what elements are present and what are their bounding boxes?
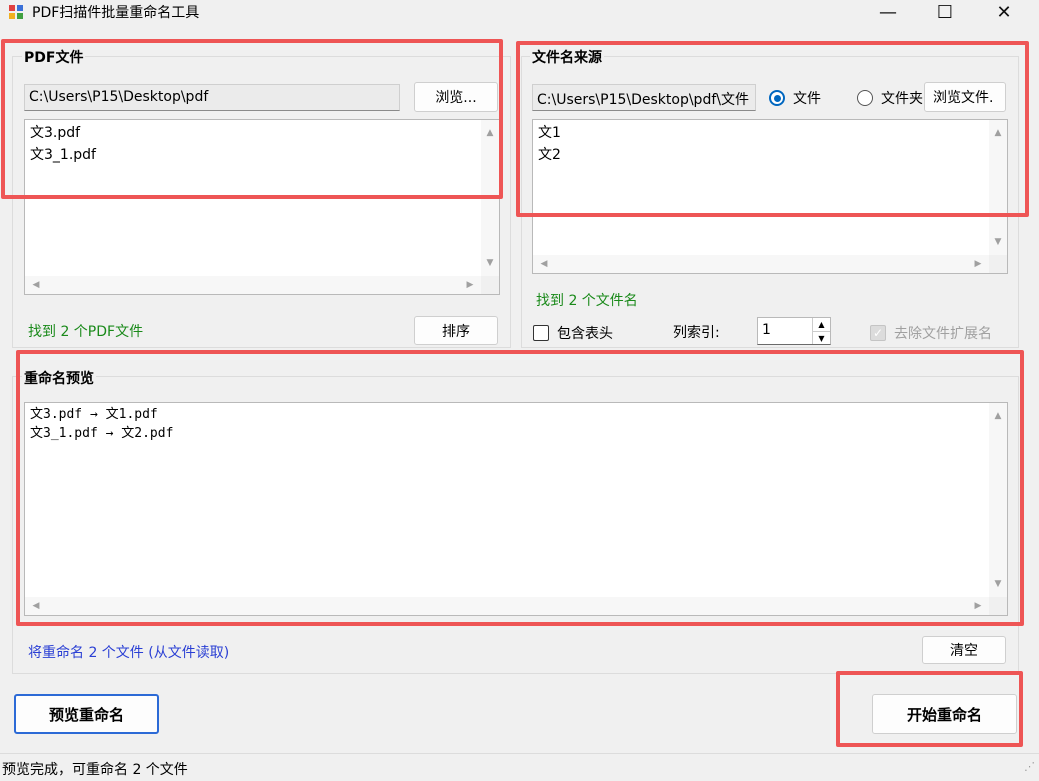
scroll-right-icon[interactable]: ▶ (969, 597, 987, 615)
column-index-stepper[interactable]: 1 ▲ ▼ (757, 317, 831, 345)
scroll-left-icon[interactable]: ◀ (27, 597, 45, 615)
resize-grip-icon[interactable]: ⋰ (1024, 760, 1035, 773)
scroll-up-icon[interactable]: ▲ (481, 124, 499, 142)
list-item[interactable]: 文2 (533, 144, 1007, 166)
radio-file-option[interactable]: 文件 (769, 88, 821, 108)
scroll-down-icon[interactable]: ▼ (989, 575, 1007, 593)
pdf-count-status: 找到 2 个PDF文件 (28, 324, 144, 340)
radio-folder-option[interactable]: 文件夹 (857, 88, 923, 108)
scroll-up-icon[interactable]: ▲ (989, 407, 1007, 425)
name-source-path-field[interactable]: C:\Users\P15\Desktop\pdf\文件 (532, 84, 756, 111)
horizontal-scrollbar[interactable]: ◀ ▶ (25, 597, 989, 615)
close-icon: ✕ (996, 1, 1012, 23)
horizontal-scrollbar[interactable]: ◀ ▶ (25, 276, 481, 294)
sort-button[interactable]: 排序 (414, 316, 498, 345)
scroll-corner (989, 597, 1007, 615)
name-count-status: 找到 2 个文件名 (536, 293, 638, 309)
list-item[interactable]: 文1 (533, 122, 1007, 144)
clear-button[interactable]: 清空 (922, 636, 1006, 664)
column-index-label: 列索引: (673, 325, 720, 341)
scroll-left-icon[interactable]: ◀ (27, 276, 45, 294)
minimize-icon: — (879, 1, 897, 23)
preview-group-title: 重命名预览 (22, 368, 96, 388)
browse-names-button[interactable]: 浏览文件. (924, 82, 1006, 112)
scroll-right-icon[interactable]: ▶ (969, 255, 987, 273)
list-item[interactable]: 文3_1.pdf (25, 144, 499, 166)
include-header-label: 包含表头 (557, 326, 613, 342)
scroll-down-icon[interactable]: ▼ (989, 233, 1007, 251)
preview-line: 文3.pdf → 文1.pdf (30, 407, 158, 422)
start-rename-button[interactable]: 开始重命名 (872, 694, 1017, 734)
stepper-down-icon[interactable]: ▼ (812, 331, 830, 344)
preview-textbox[interactable]: 文3.pdf → 文1.pdf 文3_1.pdf → 文2.pdf ▲ ▼ ◀ … (24, 402, 1008, 616)
vertical-scrollbar[interactable]: ▲ ▼ (481, 120, 499, 276)
radio-button[interactable] (857, 90, 873, 106)
scroll-left-icon[interactable]: ◀ (535, 255, 553, 273)
name-list[interactable]: 文1 文2 ▲ ▼ ◀ ▶ (532, 119, 1008, 274)
radio-button-selected[interactable] (769, 90, 785, 106)
name-source-group-title: 文件名来源 (530, 47, 604, 67)
vertical-scrollbar[interactable]: ▲ ▼ (989, 403, 1007, 597)
maximize-icon: ☐ (936, 1, 954, 23)
minimize-button[interactable]: — (863, 0, 913, 24)
remove-extension-option[interactable]: ✓ 去除文件扩展名 (870, 323, 992, 343)
status-bar: 预览完成，可重命名 2 个文件 ⋰ (0, 753, 1039, 781)
remove-extension-checkbox[interactable]: ✓ (870, 325, 886, 341)
list-item[interactable]: 文3.pdf (25, 122, 499, 144)
scroll-right-icon[interactable]: ▶ (461, 276, 479, 294)
scroll-corner (989, 255, 1007, 273)
maximize-button[interactable]: ☐ (920, 0, 970, 24)
preview-line: 文3_1.pdf → 文2.pdf (30, 426, 174, 441)
column-index-value[interactable]: 1 (762, 322, 771, 338)
scroll-down-icon[interactable]: ▼ (481, 254, 499, 272)
scroll-up-icon[interactable]: ▲ (989, 124, 1007, 142)
rename-summary: 将重命名 2 个文件 (从文件读取) (28, 645, 230, 661)
pdf-folder-path-field[interactable]: C:\Users\P15\Desktop\pdf (24, 84, 400, 111)
scroll-corner (481, 276, 499, 294)
pdf-file-list[interactable]: 文3.pdf 文3_1.pdf ▲ ▼ ◀ ▶ (24, 119, 500, 295)
browse-pdf-button[interactable]: 浏览... (414, 82, 498, 112)
app-icon (8, 4, 24, 20)
remove-extension-label: 去除文件扩展名 (894, 326, 992, 342)
horizontal-scrollbar[interactable]: ◀ ▶ (533, 255, 989, 273)
pdf-group-title: PDF文件 (22, 47, 86, 67)
close-button[interactable]: ✕ (979, 0, 1029, 24)
radio-folder-label: 文件夹 (881, 91, 923, 107)
preview-rename-button[interactable]: 预览重命名 (14, 694, 159, 734)
include-header-option[interactable]: 包含表头 (533, 323, 613, 343)
status-text: 预览完成，可重命名 2 个文件 (2, 762, 188, 778)
include-header-checkbox[interactable] (533, 325, 549, 341)
radio-file-label: 文件 (793, 91, 821, 107)
stepper-up-icon[interactable]: ▲ (812, 318, 830, 331)
window-title: PDF扫描件批量重命名工具 (32, 5, 200, 21)
vertical-scrollbar[interactable]: ▲ ▼ (989, 120, 1007, 255)
